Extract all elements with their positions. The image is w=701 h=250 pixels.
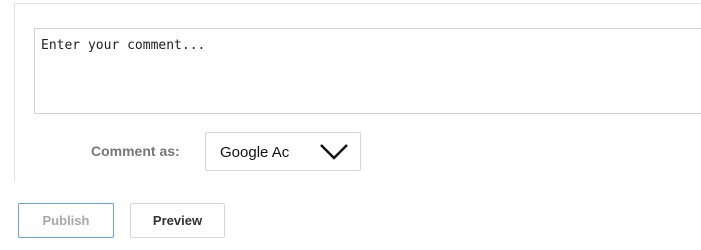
comment-textarea[interactable]: Enter your comment... — [34, 28, 701, 114]
chevron-down-icon — [320, 144, 348, 160]
comment-placeholder: Enter your comment... — [41, 38, 206, 53]
comment-as-label: Comment as: — [91, 143, 180, 159]
preview-button[interactable]: Preview — [130, 203, 225, 238]
publish-button[interactable]: Publish — [18, 203, 114, 238]
identity-select-value: Google Ac — [220, 144, 290, 161]
identity-select[interactable]: Google Ac — [205, 132, 361, 171]
comment-form: Enter your comment... Comment as: Google… — [0, 0, 701, 250]
